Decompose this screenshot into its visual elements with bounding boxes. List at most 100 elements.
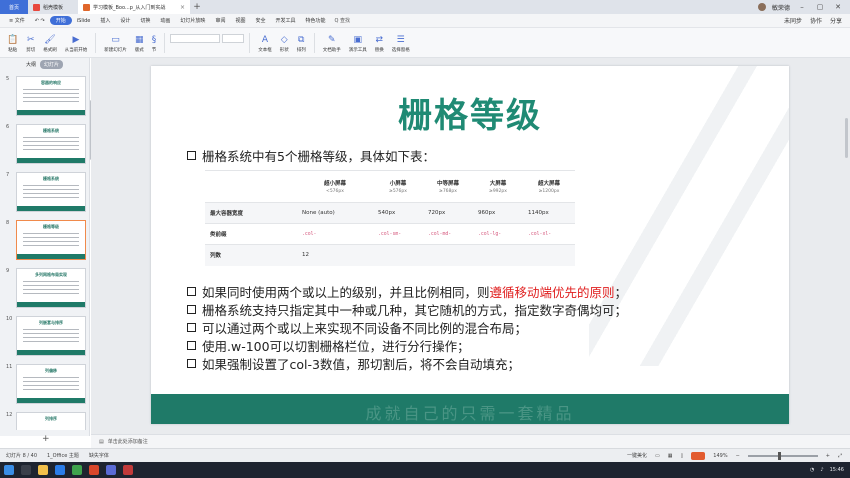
slide[interactable]: 栅格等级 栅格系统中有5个栅格等级，具体如下表： 超小屏幕 <576px 小屏幕 ≥… [151, 66, 789, 424]
thumbnail-row[interactable]: 11 列偏移 [4, 364, 88, 408]
thumbnail-row[interactable]: 6 栅格系统 [4, 124, 88, 168]
notes-bar[interactable]: ▤ 单击此处添加备注 [91, 434, 850, 448]
font-size-select[interactable] [222, 34, 245, 43]
start-icon[interactable] [4, 465, 14, 475]
bullet-1[interactable]: 如果同时使用两个或以上的级别，并且比例相同，则遵循移动端优先的原则； [187, 282, 627, 301]
thumbnail-row[interactable]: 12 列排序 [4, 412, 88, 430]
folder-icon[interactable] [38, 465, 48, 475]
search-button[interactable]: Q 查找 [331, 17, 351, 24]
bullet-3[interactable]: 可以通过两个或以上来实现不同设备不同比例的混合布局； [187, 318, 527, 337]
menu-islide[interactable]: iSlide [72, 18, 96, 24]
close-icon[interactable]: × [180, 4, 185, 11]
user-name[interactable]: 敏荣德 [772, 3, 790, 12]
reading-view-icon[interactable]: ▯ [681, 453, 684, 459]
font-family-select[interactable] [170, 34, 221, 43]
grid-level-table[interactable]: 超小屏幕 <576px 小屏幕 ≥576px 中等屏幕 ≥768px 大屏幕 ≥992p… [205, 170, 575, 266]
canvas-scrollbar[interactable] [845, 118, 848, 158]
doc-assist-button[interactable]: ✎ 文档助手 [320, 36, 344, 54]
cut-button[interactable]: ✂ 剪切 [23, 36, 38, 54]
normal-view-icon[interactable]: ▭ [655, 453, 660, 459]
arrange-button[interactable]: ⧉ 排列 [294, 36, 309, 54]
app-icon[interactable] [123, 465, 133, 475]
replace-button[interactable]: ⇄ 替换 [372, 36, 387, 54]
play-from-current-button[interactable]: ▶ 从当前开始 [62, 36, 91, 54]
menu-animation[interactable]: 动画 [155, 17, 175, 24]
bullet-5[interactable]: 如果强制设置了col-3数值，那切割后，将不会自动填充； [187, 354, 520, 373]
menu-security[interactable]: 安全 [250, 17, 270, 24]
tab-docer[interactable]: 稻壳模板 [28, 0, 78, 14]
notes-placeholder[interactable]: 单击此处添加备注 [108, 438, 148, 445]
new-tab-button[interactable]: + [190, 2, 204, 12]
zoom-slider[interactable] [747, 451, 818, 460]
menu-insert[interactable]: 插入 [95, 17, 115, 24]
slide-thumbnail[interactable]: 列排序 [16, 412, 86, 430]
bullet-intro[interactable]: 栅格系统中有5个栅格等级，具体如下表： [187, 146, 435, 165]
app-icon[interactable] [106, 465, 116, 475]
layout-button[interactable]: ▦ 版式 [132, 36, 147, 54]
tab-outline[interactable]: 大纲 [26, 61, 36, 68]
thumbnail-row[interactable]: 5 容器的响应 [4, 76, 88, 120]
paste-button[interactable]: 📋 粘贴 [4, 36, 21, 54]
slide-thumbnail[interactable]: 列嵌套与排序 [16, 316, 86, 356]
menu-design[interactable]: 设计 [115, 17, 135, 24]
missing-font[interactable]: 缺失字体 [89, 452, 109, 459]
add-slide-button[interactable]: + [42, 434, 50, 444]
slide-canvas: 栅格等级 栅格系统中有5个栅格等级，具体如下表： 超小屏幕 <576px 小屏幕 ≥… [91, 58, 850, 434]
bullet-4[interactable]: 使用.w-100可以切割栅格栏位，进行分行操作； [187, 336, 470, 355]
thumbnail-row-selected[interactable]: 8 栅格等级 [4, 220, 88, 264]
avatar[interactable] [757, 3, 766, 11]
tab-slides[interactable]: 幻灯片 [40, 59, 64, 69]
section-button[interactable]: § 节 [149, 36, 160, 54]
select-pane-button[interactable]: ☰ 选择窗格 [389, 36, 413, 54]
bullet-2[interactable]: 栅格系统支持只指定其中一种或几种，其它随机的方式，指定数字奇偶均可； [187, 300, 627, 319]
volume-icon[interactable]: ♪ [820, 467, 823, 473]
textbox-button[interactable]: A 文本框 [255, 36, 275, 54]
zoom-in-icon[interactable]: + [826, 453, 830, 459]
slide-thumbnail[interactable]: 栅格系统 [16, 124, 86, 164]
wps-icon[interactable] [89, 465, 99, 475]
menu-developer[interactable]: 开发工具 [270, 17, 300, 24]
clock[interactable]: 15:46 [830, 467, 844, 473]
maximize-icon[interactable]: ▢ [814, 3, 826, 11]
slide-thumbnail[interactable]: 多列网格布局实现 [16, 268, 86, 308]
collaborate-button[interactable]: 协作 [810, 16, 822, 25]
slide-thumbnail[interactable]: 容器的响应 [16, 76, 86, 116]
slide-thumbnail-selected[interactable]: 栅格等级 [16, 220, 86, 260]
menu-special[interactable]: 特色功能 [301, 17, 331, 24]
menu-home[interactable]: 开始 [49, 16, 72, 25]
minimize-icon[interactable]: – [796, 3, 808, 11]
close-window-icon[interactable]: ✕ [832, 3, 844, 11]
chrome-icon[interactable] [72, 465, 82, 475]
table-header-cell: 中等屏幕 ≥768px [423, 170, 473, 203]
menu-review[interactable]: 审阅 [210, 17, 230, 24]
search-icon[interactable] [21, 465, 31, 475]
menu-undo[interactable]: ↶ ↷ [30, 18, 50, 24]
thumbnail-row[interactable]: 7 栅格系统 [4, 172, 88, 216]
thumbnail-row[interactable]: 10 列嵌套与排序 [4, 316, 88, 360]
zoom-out-icon[interactable]: − [736, 453, 740, 459]
shape-button[interactable]: ◇ 形状 [277, 36, 292, 54]
beautify-button[interactable]: 一键美化 [627, 452, 647, 459]
zoom-level[interactable]: 149% [713, 453, 727, 459]
sync-status[interactable]: 未同步 [784, 16, 802, 25]
format-painter-button[interactable]: 🖌 格式刷 [40, 36, 60, 54]
tab-document[interactable]: 学习模板_Boo...p_从入门到实战 × [78, 0, 190, 14]
network-icon[interactable]: ◔ [810, 467, 814, 473]
theme-name[interactable]: 1_Office 主题 [47, 452, 79, 459]
menu-transition[interactable]: 切换 [135, 17, 155, 24]
slide-title[interactable]: 栅格等级 [151, 88, 789, 137]
slide-thumbnail[interactable]: 栅格系统 [16, 172, 86, 212]
menu-file[interactable]: ≡ 文件 [4, 17, 30, 24]
slide-thumbnail[interactable]: 列偏移 [16, 364, 86, 404]
presenter-tools-button[interactable]: ▣ 演示工具 [346, 36, 370, 54]
tab-home[interactable]: 首页 [0, 0, 28, 14]
fit-window-icon[interactable]: ⤢ [838, 453, 842, 459]
thumbnail-row[interactable]: 9 多列网格布局实现 [4, 268, 88, 312]
share-button[interactable]: 分享 [830, 16, 842, 25]
browser-icon[interactable] [55, 465, 65, 475]
sorter-view-icon[interactable]: ▦ [668, 453, 673, 459]
slideshow-play-icon[interactable] [691, 451, 706, 460]
menu-view[interactable]: 视图 [230, 17, 250, 24]
menu-slideshow[interactable]: 幻灯片放映 [175, 17, 210, 24]
new-slide-button[interactable]: ▭ 新建幻灯片 [101, 36, 130, 54]
